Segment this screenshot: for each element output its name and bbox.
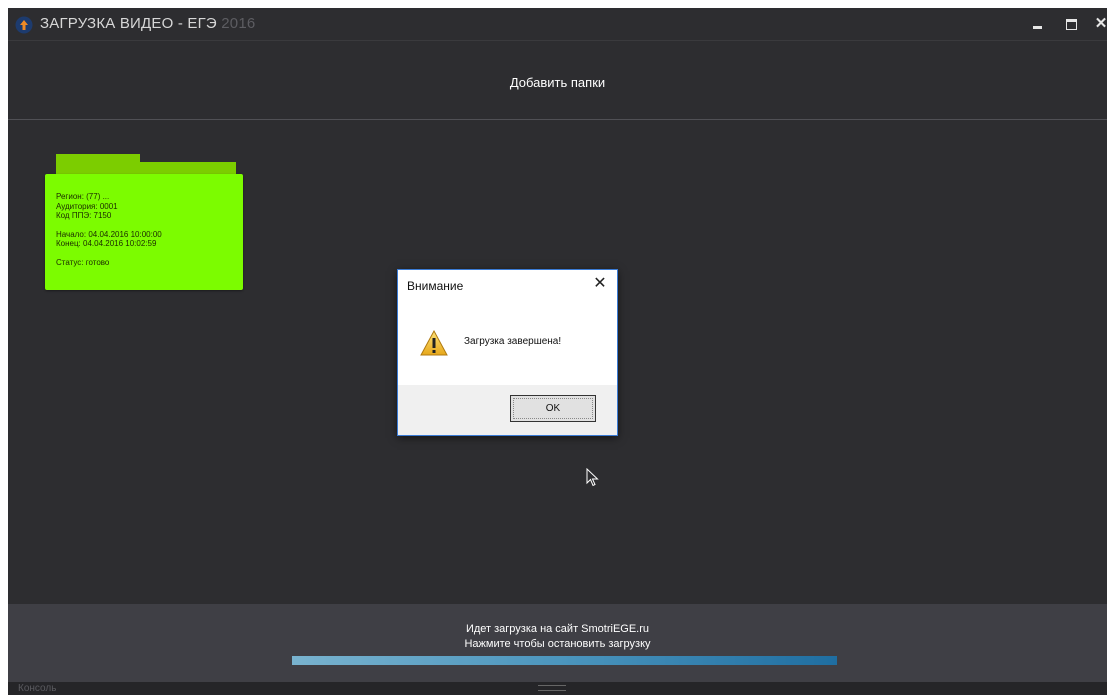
app-logo-icon (15, 16, 33, 34)
close-icon: ✕ (1094, 15, 1107, 32)
ok-button[interactable]: OK (510, 395, 596, 422)
folder-ppe-code: Код ППЭ: 7150 (56, 211, 112, 220)
upload-status-panel[interactable]: Идет загрузка на сайт SmotriEGE.ru Нажми… (8, 604, 1107, 682)
folder-start-time: Начало: 04.04.2016 10:00:00 (56, 229, 162, 239)
resize-grip-icon[interactable] (538, 685, 566, 691)
window-title: ЗАГРУЗКА ВИДЕО - ЕГЭ 2016 (40, 15, 256, 32)
upload-progress-fill (292, 656, 837, 665)
folder-status: Статус: готово (56, 257, 110, 267)
title-bar: ЗАГРУЗКА ВИДЕО - ЕГЭ 2016 ✕ (8, 8, 1107, 41)
folder-info: Регион: (77) ... Аудитория: 0001 Код ППЭ… (56, 192, 162, 267)
maximize-button[interactable] (1056, 8, 1086, 40)
mouse-pointer-icon (586, 468, 599, 487)
add-folders-button[interactable]: Добавить папки (8, 75, 1107, 90)
warning-icon (420, 330, 448, 356)
folder-body: Регион: (77) ... Аудитория: 0001 Код ППЭ… (45, 174, 243, 290)
app-window: ЗАГРУЗКА ВИДЕО - ЕГЭ 2016 ✕ Добавить пап… (8, 8, 1107, 695)
folder-region: Регион: (77) ... (56, 192, 110, 201)
folder-end-time: Конец: 04.04.2016 10:02:59 (56, 239, 157, 248)
ok-focus-ring (513, 398, 593, 419)
minimize-button[interactable] (1022, 8, 1052, 40)
dialog-message: Загрузка завершена! (464, 336, 562, 347)
exam-folder-card[interactable]: Регион: (77) ... Аудитория: 0001 Код ППЭ… (45, 154, 243, 290)
folder-back (56, 162, 236, 174)
console-label: Консоль (18, 683, 57, 694)
minimize-icon (1032, 26, 1042, 30)
stop-upload-link[interactable]: Нажмите чтобы остановить загрузку (8, 638, 1107, 650)
dialog-footer: OK (398, 385, 617, 435)
header-bar: Добавить папки (8, 41, 1107, 120)
dialog-close-button[interactable]: ✕ (591, 275, 609, 293)
folder-auditorium: Аудитория: 0001 (56, 201, 118, 211)
close-window-button[interactable]: ✕ (1086, 8, 1107, 40)
maximize-icon (1065, 19, 1077, 31)
attention-dialog: Внимание ✕ Загрузка завершена! OK (397, 269, 618, 436)
console-bar[interactable]: Консоль (8, 682, 1107, 695)
upload-progress-bar (292, 656, 837, 665)
dialog-title: Внимание (407, 279, 464, 293)
window-title-year: 2016 (221, 15, 256, 32)
upload-status-text: Идет загрузка на сайт SmotriEGE.ru (465, 623, 650, 635)
